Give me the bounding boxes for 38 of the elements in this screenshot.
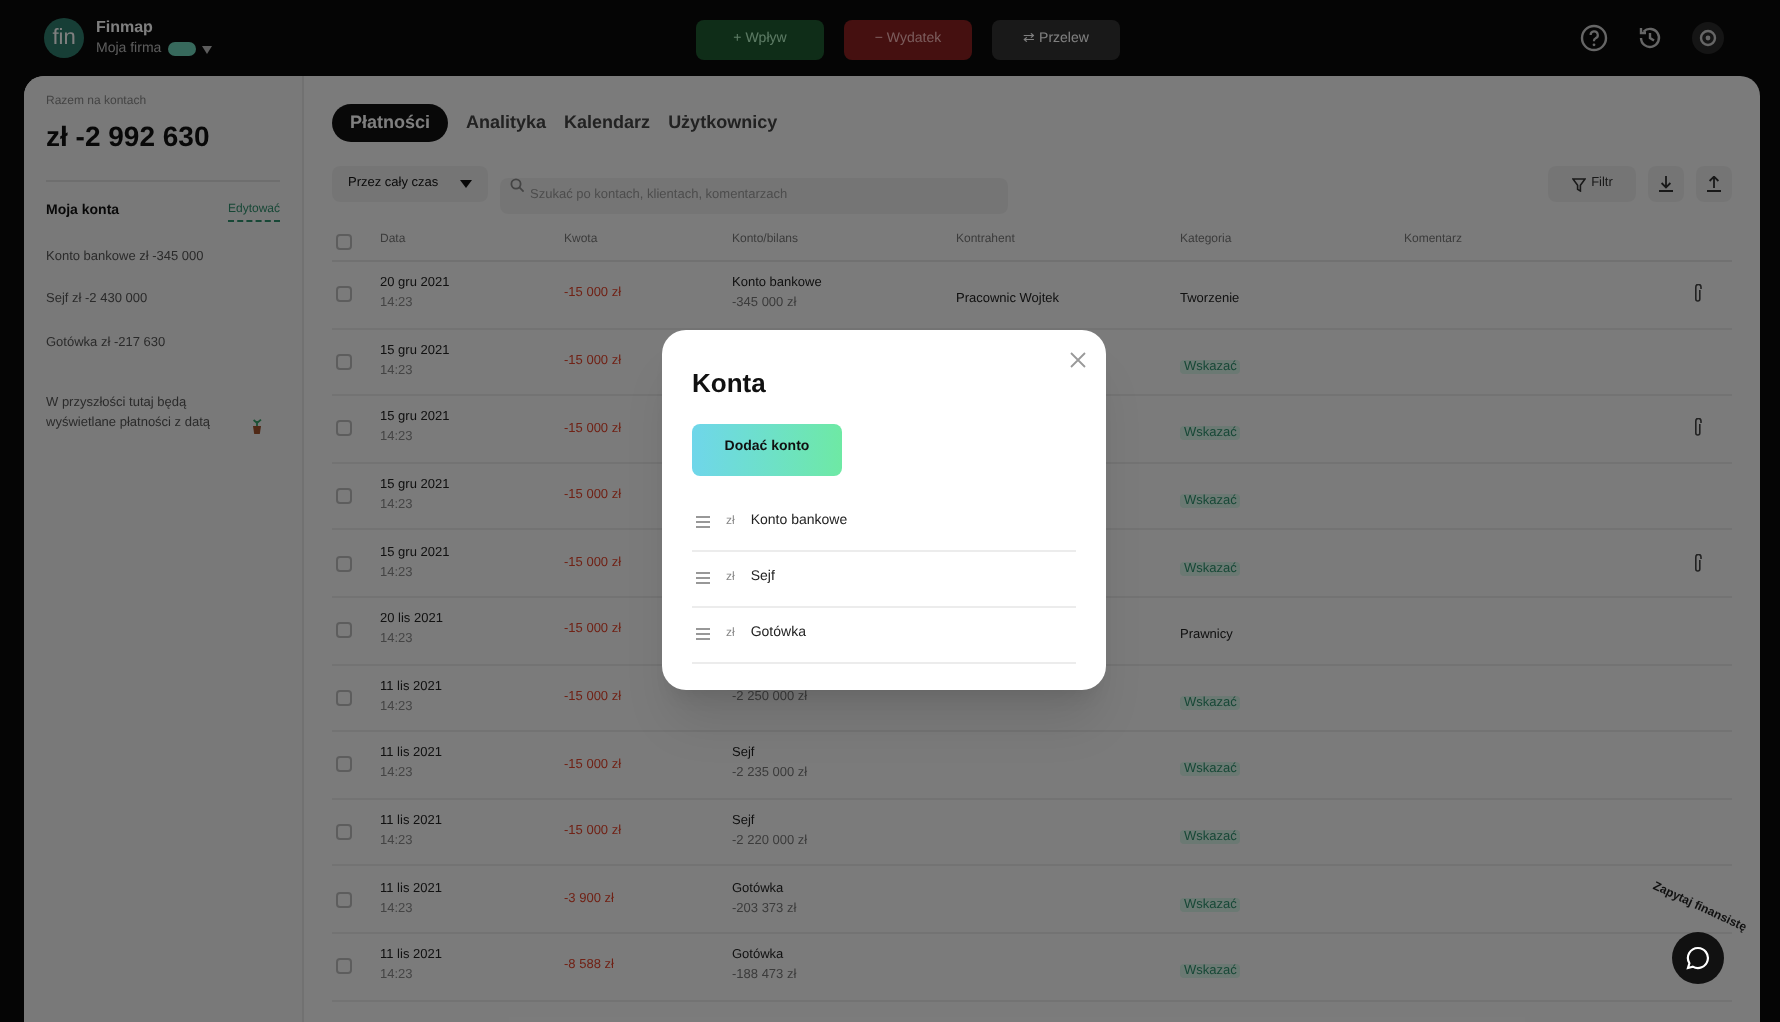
checkbox[interactable]	[336, 958, 352, 975]
logo[interactable]: fin	[44, 18, 84, 58]
help-icon[interactable]	[1580, 24, 1608, 52]
download-button[interactable]	[1648, 166, 1684, 202]
download-icon	[1658, 176, 1674, 192]
upload-icon	[1706, 176, 1722, 192]
plant-icon[interactable]	[250, 417, 264, 434]
tab[interactable]: Użytkownicy	[668, 104, 778, 142]
checkbox[interactable]	[336, 891, 352, 908]
close-icon[interactable]	[1070, 352, 1086, 368]
modal-title: Konta	[692, 366, 768, 402]
app-name: Finmap	[96, 16, 155, 38]
drag-handle-icon[interactable]	[696, 628, 710, 640]
checkbox[interactable]	[336, 233, 352, 249]
upload-button[interactable]	[1696, 166, 1732, 202]
filter-icon	[1571, 177, 1586, 191]
checkbox[interactable]	[336, 689, 352, 706]
checkbox[interactable]	[336, 286, 352, 303]
checkbox[interactable]	[336, 824, 352, 841]
drag-handle-icon[interactable]	[696, 516, 710, 528]
chat-icon	[1686, 946, 1711, 970]
checkbox[interactable]	[336, 555, 352, 572]
settings-icon[interactable]	[1692, 22, 1724, 54]
caret-icon	[460, 180, 472, 188]
search-icon[interactable]	[510, 177, 524, 191]
total-balance: zł -2 992 630	[46, 118, 212, 156]
caret-icon[interactable]	[201, 45, 212, 53]
checkbox[interactable]	[336, 420, 352, 437]
history-icon[interactable]	[1636, 24, 1664, 52]
checkbox[interactable]	[336, 353, 352, 370]
checkbox[interactable]	[336, 756, 352, 773]
plan-badge	[167, 42, 196, 56]
drag-handle-icon[interactable]	[696, 572, 710, 584]
tab[interactable]: Analityka	[466, 104, 547, 142]
tab[interactable]: Kalendarz	[564, 104, 651, 142]
checkbox[interactable]	[336, 488, 352, 505]
checkbox[interactable]	[336, 622, 352, 639]
tab[interactable]: Płatności	[332, 104, 449, 142]
